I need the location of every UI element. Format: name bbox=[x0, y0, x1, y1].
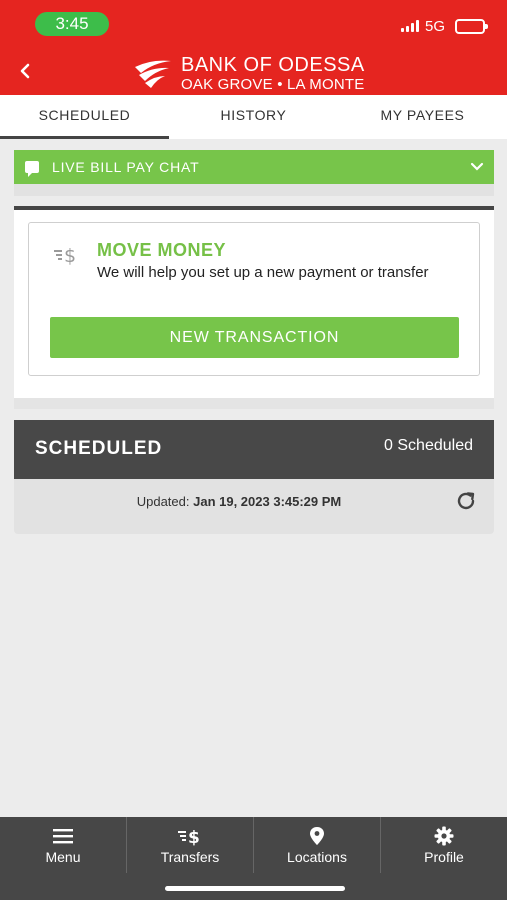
refresh-icon bbox=[457, 492, 475, 510]
scheduled-title: SCHEDULED bbox=[35, 438, 163, 459]
back-button[interactable] bbox=[18, 60, 38, 84]
last-updated-text: Updated: Jan 19, 2023 3:45:29 PM bbox=[14, 494, 464, 509]
updated-timestamp: Jan 19, 2023 3:45:29 PM bbox=[193, 494, 342, 509]
bank-logo: BANK OF ODESSA OAK GROVE • LA MONTE bbox=[133, 55, 365, 92]
status-indicators: 5G bbox=[400, 16, 488, 36]
nav-locations-label: Locations bbox=[287, 848, 347, 865]
refresh-button[interactable] bbox=[454, 489, 478, 513]
nav-locations[interactable]: Locations bbox=[254, 817, 381, 873]
signal-icon bbox=[400, 20, 419, 32]
battery-icon bbox=[455, 18, 488, 34]
location-pin-icon bbox=[309, 826, 325, 846]
app-header: 3:45 5G BANK OF ODESSA OAK GROVE • LA MO… bbox=[0, 0, 507, 95]
scheduled-count: 0 Scheduled bbox=[384, 437, 473, 454]
network-label: 5G bbox=[424, 17, 445, 35]
live-chat-bar[interactable]: LIVE BILL PAY CHAT bbox=[14, 150, 494, 184]
tab-scheduled[interactable]: SCHEDULED bbox=[0, 95, 169, 139]
new-transaction-button[interactable]: NEW TRANSACTION bbox=[50, 317, 459, 358]
bank-logo-mark-icon bbox=[135, 60, 171, 88]
chevron-left-icon bbox=[20, 63, 30, 79]
scheduled-status: Updated: Jan 19, 2023 3:45:29 PM bbox=[14, 479, 494, 534]
nav-profile[interactable]: Profile bbox=[381, 817, 507, 873]
nav-menu[interactable]: Menu bbox=[0, 817, 127, 873]
nav-profile-label: Profile bbox=[424, 848, 464, 865]
move-money-section-footer bbox=[14, 398, 494, 409]
tab-my-payees[interactable]: MY PAYEES bbox=[338, 95, 507, 139]
tab-history[interactable]: HISTORY bbox=[169, 95, 338, 139]
live-chat-label: LIVE BILL PAY CHAT bbox=[52, 159, 200, 175]
move-money-card: $ MOVE MONEY We will help you set up a n… bbox=[28, 222, 480, 376]
nav-transfers[interactable]: $ Transfers bbox=[127, 817, 254, 873]
svg-text:$: $ bbox=[64, 245, 76, 267]
nav-transfers-label: Transfers bbox=[160, 848, 220, 865]
status-time: 3:45 bbox=[35, 12, 109, 36]
scheduled-header: SCHEDULED 0 Scheduled bbox=[14, 420, 494, 479]
bank-name: BANK OF ODESSA bbox=[181, 54, 365, 76]
gear-icon bbox=[434, 826, 454, 846]
transfers-icon: $ bbox=[177, 826, 203, 846]
updated-prefix: Updated: bbox=[136, 494, 190, 509]
svg-text:$: $ bbox=[188, 828, 200, 846]
move-money-title: MOVE MONEY bbox=[97, 240, 227, 260]
hamburger-icon bbox=[53, 826, 73, 846]
nav-menu-label: Menu bbox=[45, 848, 81, 865]
tab-bar: SCHEDULED HISTORY MY PAYEES bbox=[0, 95, 507, 139]
chevron-down-icon bbox=[470, 162, 484, 171]
transfer-money-icon: $ bbox=[53, 243, 83, 267]
move-money-subtitle: We will help you set up a new payment or… bbox=[97, 264, 429, 281]
bank-locations: OAK GROVE • LA MONTE bbox=[181, 76, 365, 93]
chat-bar-shadow bbox=[14, 184, 494, 196]
home-indicator bbox=[165, 886, 345, 891]
chat-bubble-icon bbox=[25, 161, 39, 177]
